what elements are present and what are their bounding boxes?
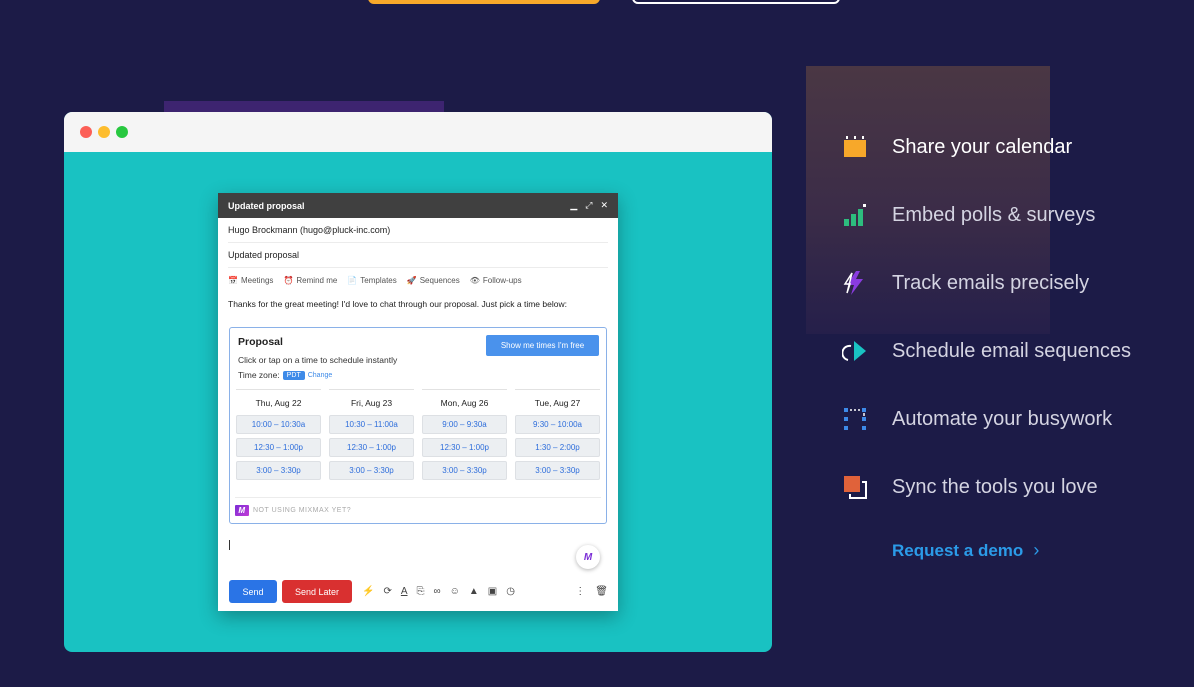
sync-icon[interactable]: ⟳ [383,586,391,597]
subject-value: Updated proposal [228,250,300,260]
image-icon[interactable]: ▣ [488,586,497,597]
day-column: Mon, Aug 26 9:00 – 9:30a 12:30 – 1:00p 3… [422,389,507,484]
compose-title: Updated proposal [228,200,305,211]
sync-squares-icon [842,474,868,500]
confidential-icon[interactable]: ◷ [506,586,515,597]
time-slot[interactable]: 12:30 – 1:00p [236,438,321,457]
toolbar-remind-me[interactable]: ⏰ Remind me [283,276,337,285]
feature-sync-tools[interactable]: Sync the tools you love [842,470,1182,538]
feature-list: Share your calendar Embed polls & survey… [841,130,1182,538]
document-icon: 📄 [347,276,358,285]
feature-label: Automate your busywork [892,408,1113,430]
to-value: Hugo Brockmann (hugo@pluck-inc.com) [228,225,391,235]
time-slot[interactable]: 9:30 – 10:00a [515,415,600,434]
to-field[interactable]: Hugo Brockmann (hugo@pluck-inc.com) [228,218,608,243]
timezone-change-link[interactable]: Change [308,372,333,379]
chevron-right-icon: › [1033,540,1040,560]
day-header: Mon, Aug 26 [440,398,489,408]
text-cursor [229,540,230,550]
feature-share-calendar[interactable]: Share your calendar [842,130,1182,198]
attachment-icon[interactable]: ⎘ [417,586,425,597]
browser-mockup: Updated proposal ▁ ⤢ ✕ Hugo Brockmann (h… [64,112,772,652]
send-later-button[interactable]: Send Later [282,580,352,603]
feature-label: Schedule email sequences [892,340,1132,362]
time-slot[interactable]: 1:30 – 2:00p [515,438,600,457]
mixmax-button-icon[interactable]: M [576,545,600,569]
feature-track-emails[interactable]: Track emails precisely [842,266,1182,334]
time-slot[interactable]: 9:00 – 9:30a [422,415,507,434]
close-icon[interactable]: ✕ [600,200,608,211]
timezone-label: Time zone: [238,370,280,380]
time-slot[interactable]: 12:30 – 1:00p [422,438,507,457]
drive-icon[interactable]: ▲ [469,586,479,597]
time-slot[interactable]: 3:00 – 3:30p [515,461,600,480]
subject-field[interactable]: Updated proposal [228,243,608,268]
email-body-text: Thanks for the great meeting! I'd love t… [228,299,567,309]
proposal-card: Proposal Click or tap on a time to sched… [229,327,607,524]
compose-bottom-bar: Send Send Later ⚡ ⟳ A ⎘ ∞ ☺ ▲ ▣ ◷ ⋮ 🗑 [229,580,608,603]
time-slot[interactable]: 10:30 – 11:00a [329,415,414,434]
time-slot[interactable]: 3:00 – 3:30p [329,461,414,480]
feature-schedule-sequences[interactable]: Schedule email sequences [841,334,1182,402]
compose-window: Updated proposal ▁ ⤢ ✕ Hugo Brockmann (h… [218,193,618,611]
timezone-badge: PDT [282,370,305,380]
calendar-icon [842,134,868,160]
send-button[interactable]: Send [229,580,277,603]
proposal-subtitle: Click or tap on a time to schedule insta… [238,355,398,365]
minimize-dot-icon [98,126,110,138]
play-cycle-icon [841,338,868,364]
day-header: Fri, Aug 23 [350,398,393,408]
mixmax-toolbar: 📅 Meetings ⏰ Remind me 📄 Templates 🚀 Seq… [228,268,608,293]
feature-label: Embed polls & surveys [892,204,1096,226]
day-columns: Thu, Aug 22 10:00 – 10:30a 12:30 – 1:00p… [236,389,600,484]
feature-label: Track emails precisely [892,272,1090,294]
top-secondary-button[interactable] [632,0,840,4]
timezone-row: Time zone: PDT Change [238,370,598,380]
calendar-icon: 📅 [228,276,238,285]
day-column: Thu, Aug 22 10:00 – 10:30a 12:30 – 1:00p… [236,389,321,484]
close-dot-icon [80,126,92,138]
time-slot[interactable]: 10:00 – 10:30a [236,415,321,434]
proposal-footer[interactable]: M NOT USING MIXMAX YET? [235,497,601,523]
request-demo-label: Request a demo [892,540,1024,560]
mixmax-logo-icon: M [235,505,249,516]
text-format-icon[interactable]: A [401,586,408,597]
emoji-icon[interactable]: ☺ [450,586,460,597]
feature-automate-busywork[interactable]: Automate your busywork [842,402,1182,470]
day-header: Thu, Aug 22 [255,398,302,408]
time-slot[interactable]: 3:00 – 3:30p [236,461,321,480]
day-column: Fri, Aug 23 10:30 – 11:00a 12:30 – 1:00p… [329,389,414,484]
toolbar-sequences[interactable]: 🚀 Sequences [407,276,460,285]
proposal-footer-text: NOT USING MIXMAX YET? [253,507,352,514]
minimize-icon[interactable]: ▁ [570,200,577,211]
feature-label: Sync the tools you love [892,476,1098,498]
trash-icon[interactable]: 🗑 [595,586,608,597]
feature-embed-polls[interactable]: Embed polls & surveys [842,198,1182,266]
time-slot[interactable]: 12:30 – 1:00p [329,438,414,457]
lightning-icon [842,270,868,296]
compose-header: Updated proposal ▁ ⤢ ✕ [218,193,618,218]
day-column: Tue, Aug 27 9:30 – 10:00a 1:30 – 2:00p 3… [515,389,600,484]
browser-title-bar [64,112,772,152]
day-header: Tue, Aug 27 [534,398,581,408]
maximize-dot-icon [116,126,128,138]
time-slot[interactable]: 3:00 – 3:30p [422,461,507,480]
toolbar-templates[interactable]: 📄 Templates [347,276,396,285]
automation-icon [842,406,868,432]
link-icon[interactable]: ∞ [434,586,441,597]
more-options-icon[interactable]: ⋮ [575,586,585,597]
request-demo-link[interactable]: Request a demo › [892,540,1039,561]
toolbar-meetings[interactable]: 📅 Meetings [228,276,273,285]
feature-label: Share your calendar [892,136,1073,158]
show-free-times-button[interactable]: Show me times I'm free [486,335,599,356]
follow-up-icon: 👁 [469,276,480,285]
expand-icon[interactable]: ⤢ [585,200,592,211]
bar-chart-icon [842,202,868,228]
rocket-icon: 🚀 [406,276,417,285]
top-primary-button[interactable] [368,0,600,4]
alarm-clock-icon: ⏰ [283,276,294,285]
lightning-icon[interactable]: ⚡ [362,586,374,597]
toolbar-follow-ups[interactable]: 👁 Follow-ups [470,276,522,285]
